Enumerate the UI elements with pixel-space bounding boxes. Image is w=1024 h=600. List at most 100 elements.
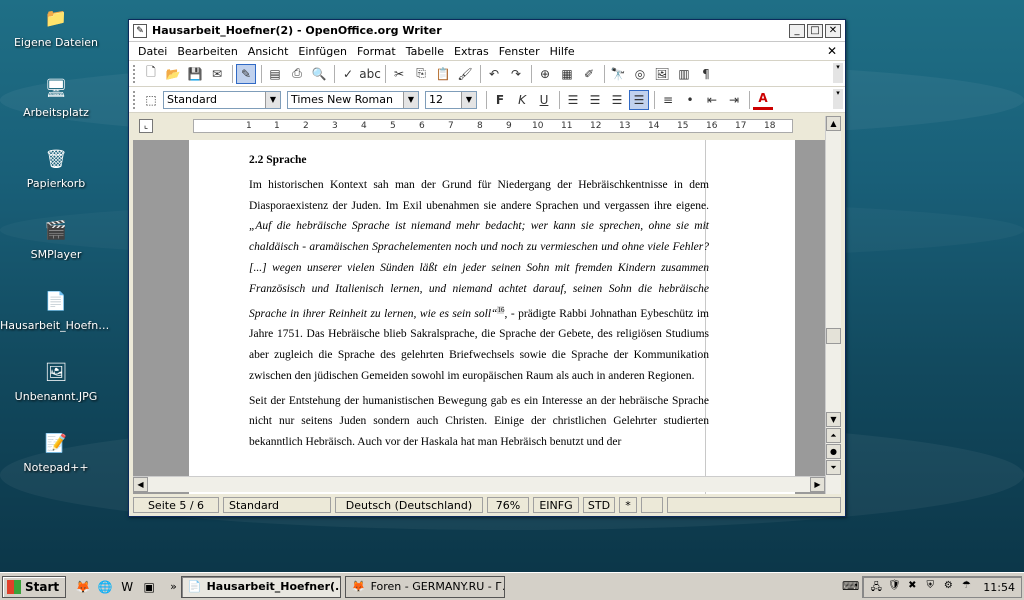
menu-hilfe[interactable]: Hilfe (545, 45, 580, 58)
justify-icon[interactable]: ☰ (629, 89, 649, 110)
print-preview-icon[interactable]: 🔍 (309, 64, 329, 84)
clock[interactable]: 11:54 (983, 581, 1015, 594)
close-document-icon[interactable]: ✕ (827, 44, 837, 58)
bullets-icon[interactable]: • (680, 90, 700, 110)
avira-icon[interactable]: ☂ (959, 580, 973, 594)
underline-icon[interactable]: U (534, 90, 554, 110)
maximize-button[interactable]: □ (807, 23, 823, 38)
status-modified[interactable]: * (619, 497, 637, 513)
scroll-right-icon[interactable]: ▶ (810, 477, 825, 492)
export-pdf-icon[interactable]: ▤ (265, 64, 285, 84)
desktop-icon-arbeitsplatz[interactable]: 🖥 Arbeitsplatz (0, 74, 112, 120)
menu-tabelle[interactable]: Tabelle (401, 45, 449, 58)
menu-format[interactable]: Format (352, 45, 401, 58)
start-button[interactable]: Start (2, 575, 67, 598)
show-desktop-icon[interactable]: ▣ (140, 578, 158, 596)
navigation-icon[interactable]: ● (826, 444, 841, 459)
desktop-icon-smplayer[interactable]: 🎬 SMPlayer (0, 216, 112, 262)
cut-icon[interactable]: ✂ (389, 64, 409, 84)
status-page[interactable]: Seite 5 / 6 (133, 497, 219, 513)
scroll-left-icon[interactable]: ◀ (133, 477, 148, 492)
find-replace-icon[interactable]: 🔭 (608, 64, 628, 84)
quick-launch-overflow-icon[interactable]: » (170, 580, 177, 593)
menu-fenster[interactable]: Fenster (494, 45, 545, 58)
vertical-scrollbar[interactable]: ▲ ▼ ⏶ ● ⏷ (825, 116, 841, 494)
spellcheck-icon[interactable]: ✓ (338, 64, 358, 84)
formatting-marks-icon[interactable]: ¶ (696, 64, 716, 84)
navigator-icon[interactable]: ◎ (630, 64, 650, 84)
document-page[interactable]: 2.2 Sprache Im historischen Kontext sah … (189, 140, 795, 494)
horizontal-scrollbar[interactable]: ◀ ▶ (133, 476, 825, 492)
title-bar[interactable]: ✎ Hausarbeit_Hoefner(2) - OpenOffice.org… (129, 20, 845, 42)
status-zoom[interactable]: 76% (487, 497, 529, 513)
save-icon[interactable]: 💾 (185, 64, 205, 84)
minimize-button[interactable]: _ (789, 23, 805, 38)
desktop-icon-unbenannt[interactable]: 🖼 Unbenannt.JPG (0, 358, 112, 404)
word-icon[interactable]: W (118, 578, 136, 596)
desktop-icon-eigene-dateien[interactable]: 📁 Eigene Dateien (0, 4, 112, 50)
document-text[interactable]: 2.2 Sprache Im historischen Kontext sah … (249, 150, 709, 457)
close-button[interactable]: ✕ (825, 23, 841, 38)
menu-einfuegen[interactable]: Einfügen (293, 45, 352, 58)
antivirus-icon[interactable]: 🛡 (887, 580, 901, 594)
decrease-indent-icon[interactable]: ⇤ (702, 90, 722, 110)
taskbar-task-firefox[interactable]: 🦊 Foren - GERMANY.RU - Г... (344, 575, 505, 598)
undo-icon[interactable]: ↶ (484, 64, 504, 84)
menu-bearbeiten[interactable]: Bearbeiten (172, 45, 242, 58)
document-area[interactable]: 2.2 Sprache Im historischen Kontext sah … (133, 140, 825, 494)
toolbar-overflow-icon[interactable]: ▾ (833, 89, 843, 109)
font-color-icon[interactable]: A (753, 90, 773, 110)
menu-extras[interactable]: Extras (449, 45, 494, 58)
gallery-icon[interactable]: 🖼 (652, 64, 672, 84)
desktop-icon-hausarbeit[interactable]: 📄 Hausarbeit_Hoefne... (0, 287, 112, 333)
show-draw-functions-icon[interactable]: ✐ (579, 64, 599, 84)
taskbar-task-writer[interactable]: 📄 Hausarbeit_Hoefner(... (180, 575, 341, 598)
scroll-down-icon[interactable]: ▼ (826, 412, 841, 427)
scroll-up-icon[interactable]: ▲ (826, 116, 841, 131)
tool-icon[interactable]: ⚙ (941, 580, 955, 594)
new-document-icon[interactable]: 🗋 (141, 64, 161, 84)
align-left-icon[interactable]: ☰ (563, 90, 583, 110)
table-icon[interactable]: ▦ (557, 64, 577, 84)
toolbar-grip[interactable] (133, 90, 137, 109)
redo-icon[interactable]: ↷ (506, 64, 526, 84)
chevron-down-icon[interactable]: ▼ (403, 91, 418, 108)
font-name-select[interactable]: Times New Roman ▼ (287, 90, 419, 109)
status-page-style[interactable]: Standard (223, 497, 331, 513)
shield-icon[interactable]: ⛨ (923, 580, 937, 594)
print-icon[interactable]: ⎙ (287, 64, 307, 84)
paragraph-style-select[interactable]: Standard ▼ (163, 90, 281, 109)
copy-icon[interactable]: ⎘ (411, 64, 431, 84)
status-insert-mode[interactable]: EINFG (533, 497, 579, 513)
status-language[interactable]: Deutsch (Deutschland) (335, 497, 483, 513)
previous-page-icon[interactable]: ⏶ (826, 428, 841, 443)
status-signature[interactable] (641, 497, 663, 513)
desktop-icon-notepadpp[interactable]: 📝 Notepad++ (0, 429, 112, 475)
menu-datei[interactable]: Datei (133, 45, 172, 58)
network-icon[interactable]: 🖧 (869, 580, 883, 594)
numbering-icon[interactable]: ≡ (658, 90, 678, 110)
vertical-scroll-thumb[interactable] (826, 328, 841, 344)
horizontal-ruler[interactable]: 1 1 2 3 4 5 6 7 8 9 10 11 12 13 14 15 16… (193, 119, 793, 133)
edit-mode-icon[interactable]: ✎ (236, 63, 256, 84)
next-page-icon[interactable]: ⏷ (826, 460, 841, 475)
chevron-down-icon[interactable]: ▼ (265, 91, 280, 108)
desktop-icon-papierkorb[interactable]: 🗑 Papierkorb (0, 145, 112, 191)
autospellcheck-icon[interactable]: abc (359, 64, 381, 84)
bold-icon[interactable]: F (490, 90, 510, 110)
align-right-icon[interactable]: ☰ (607, 90, 627, 110)
network-disconnected-icon[interactable]: ✖ (905, 580, 919, 594)
styles-formatting-icon[interactable]: ⬚ (141, 90, 161, 110)
keyboard-icon[interactable]: ⌨ (842, 579, 859, 593)
open-icon[interactable]: 📂 (163, 64, 183, 84)
format-paintbrush-icon[interactable]: 🖌 (455, 64, 475, 84)
browser-globe-icon[interactable]: 🌐 (96, 578, 114, 596)
paste-icon[interactable]: 📋 (433, 64, 453, 84)
font-size-select[interactable]: 12 ▼ (425, 90, 477, 109)
toolbar-overflow-icon[interactable]: ▾ (833, 63, 843, 83)
italic-icon[interactable]: K (512, 90, 532, 110)
hyperlink-icon[interactable]: ⊕ (535, 64, 555, 84)
tab-stop-selector-icon[interactable]: ⌞ (139, 119, 153, 133)
status-selection-mode[interactable]: STD (583, 497, 615, 513)
menu-ansicht[interactable]: Ansicht (243, 45, 294, 58)
